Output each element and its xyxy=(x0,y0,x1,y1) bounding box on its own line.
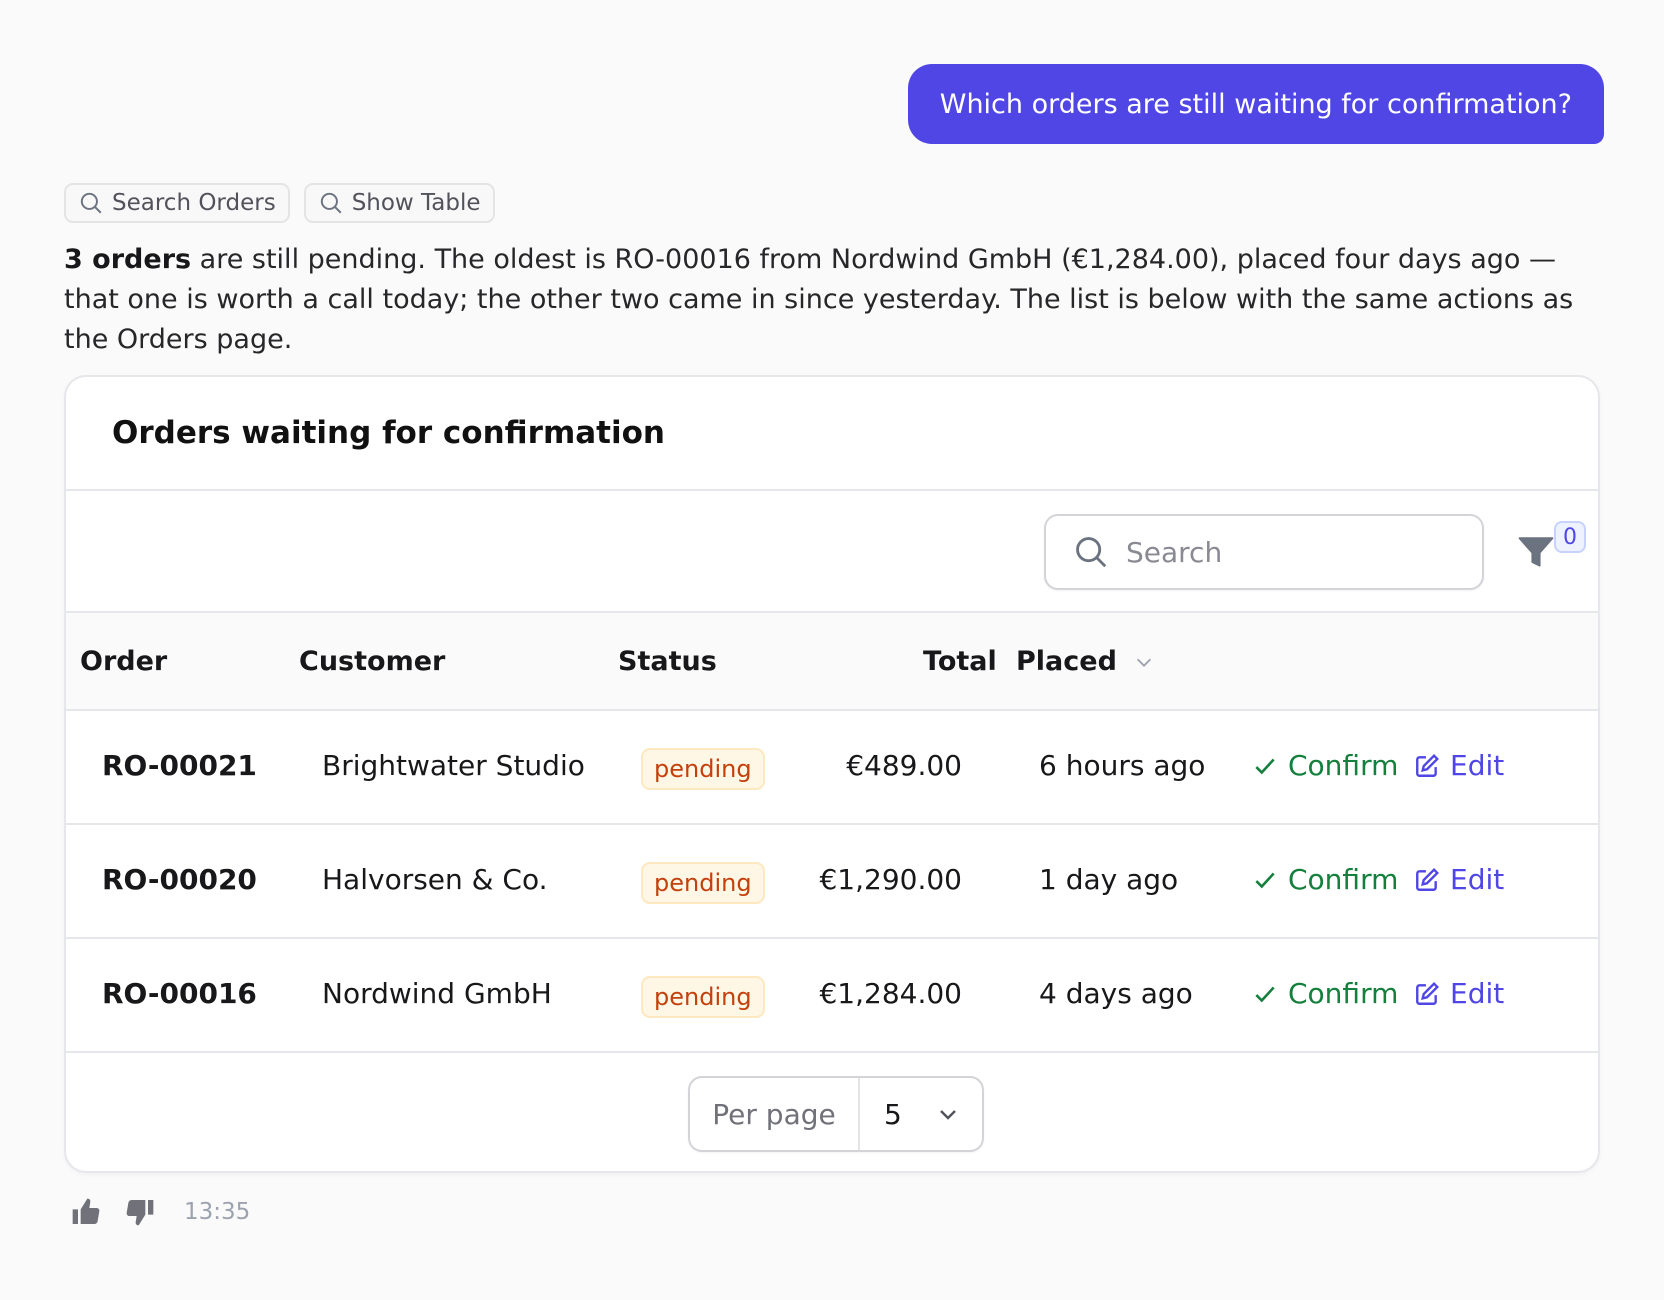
column-header-placed-label: Placed xyxy=(1016,646,1117,677)
chat-page: Which orders are still waiting for confi… xyxy=(0,0,1664,1300)
edit-icon xyxy=(1416,867,1439,891)
table-toolbar: 0 xyxy=(66,491,1598,613)
column-header-status[interactable]: Status xyxy=(618,646,717,677)
edit-label: Edit xyxy=(1450,863,1505,896)
filter-count-badge: 0 xyxy=(1554,521,1586,553)
search-box xyxy=(1044,514,1484,590)
customer-name: Halvorsen & Co. xyxy=(322,863,548,896)
card-title: Orders waiting for confirmation xyxy=(112,415,665,451)
confirm-button[interactable]: Confirm xyxy=(1252,749,1398,782)
user-message-bubble: Which orders are still waiting for confi… xyxy=(907,64,1604,144)
search-icon xyxy=(80,192,102,214)
placed-time: 4 days ago xyxy=(1039,977,1193,1010)
order-id: RO-00021 xyxy=(102,749,257,782)
user-message-text: Which orders are still waiting for confi… xyxy=(939,88,1572,120)
tool-chip-show-table[interactable]: Show Table xyxy=(303,183,495,223)
customer-name: Nordwind GmbH xyxy=(322,977,552,1010)
thumbs-down-icon[interactable] xyxy=(124,1196,156,1228)
column-header-placed[interactable]: Placed xyxy=(1016,646,1155,677)
assistant-message: 3 orders are still pending. The oldest i… xyxy=(64,240,1604,360)
thumbs-up-icon[interactable] xyxy=(70,1196,102,1228)
column-header-customer[interactable]: Customer xyxy=(299,646,445,677)
placed-time: 1 day ago xyxy=(1039,863,1179,896)
confirm-button[interactable]: Confirm xyxy=(1252,977,1398,1010)
confirm-button[interactable]: Confirm xyxy=(1252,863,1398,896)
orders-card: Orders waiting for confirmation 0 Order … xyxy=(64,375,1600,1173)
card-header: Orders waiting for confirmation xyxy=(66,377,1598,491)
chevron-down-icon xyxy=(1136,658,1151,667)
order-total: €489.00 xyxy=(846,749,962,782)
edit-label: Edit xyxy=(1450,977,1505,1010)
tool-chip-search-orders[interactable]: Search Orders xyxy=(64,183,290,223)
assistant-message-body: are still pending. The oldest is RO-0001… xyxy=(64,244,1574,355)
status-badge: pending xyxy=(641,748,765,790)
table-row: RO-00020 Halvorsen & Co. pending €1,290.… xyxy=(66,825,1598,939)
table-row: RO-00016 Nordwind GmbH pending €1,284.00… xyxy=(66,939,1598,1053)
message-timestamp: 13:35 xyxy=(184,1199,251,1225)
search-icon xyxy=(1076,537,1107,568)
order-total: €1,290.00 xyxy=(819,863,962,896)
order-id: RO-00020 xyxy=(102,863,257,896)
search-input[interactable] xyxy=(1126,535,1456,569)
filter-icon[interactable] xyxy=(1514,529,1558,573)
edit-icon xyxy=(1416,753,1439,777)
edit-button[interactable]: Edit xyxy=(1414,863,1504,896)
table-row: RO-00021 Brightwater Studio pending €489… xyxy=(66,711,1598,825)
confirm-label: Confirm xyxy=(1288,863,1399,896)
edit-label: Edit xyxy=(1450,749,1505,782)
column-header-order[interactable]: Order xyxy=(80,646,167,677)
confirm-label: Confirm xyxy=(1288,977,1399,1010)
confirm-label: Confirm xyxy=(1288,749,1399,782)
per-page-control: Per page 5 xyxy=(688,1076,984,1152)
status-badge: pending xyxy=(641,862,765,904)
placed-time: 6 hours ago xyxy=(1039,749,1206,782)
table-header: Order Customer Status Total Placed xyxy=(66,613,1598,711)
search-icon xyxy=(320,192,342,214)
check-icon xyxy=(1255,986,1275,1002)
customer-name: Brightwater Studio xyxy=(322,749,585,782)
edit-button[interactable]: Edit xyxy=(1414,749,1504,782)
chevron-down-icon xyxy=(940,1110,956,1120)
order-id: RO-00016 xyxy=(102,977,257,1010)
tool-chip-label: Show Table xyxy=(351,190,481,216)
check-icon xyxy=(1255,872,1275,888)
edit-button[interactable]: Edit xyxy=(1414,977,1504,1010)
status-badge: pending xyxy=(641,976,765,1018)
per-page-label: Per page xyxy=(690,1078,860,1150)
tool-chip-label: Search Orders xyxy=(112,190,276,216)
column-header-total[interactable]: Total xyxy=(923,646,997,677)
per-page-select[interactable]: 5 xyxy=(860,1098,982,1131)
edit-icon xyxy=(1416,981,1439,1005)
message-feedback: 13:35 xyxy=(70,1196,250,1228)
order-total: €1,284.00 xyxy=(819,977,962,1010)
tool-chips: Search Orders Show Table xyxy=(64,183,495,223)
assistant-message-lead: 3 orders xyxy=(64,244,192,275)
check-icon xyxy=(1255,758,1275,774)
per-page-value: 5 xyxy=(884,1097,902,1131)
